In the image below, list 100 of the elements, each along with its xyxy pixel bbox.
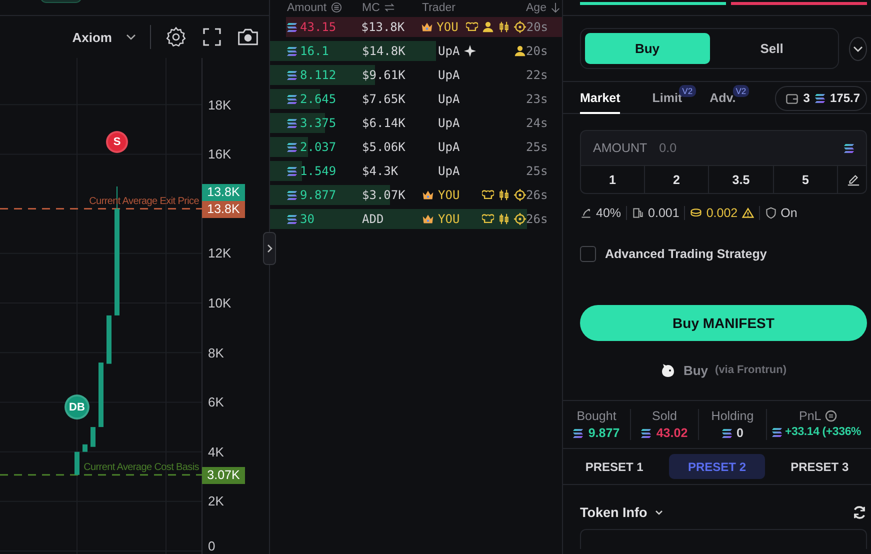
trader-name[interactable]: YOU bbox=[438, 188, 460, 202]
buy-button[interactable]: Buy MANIFEST bbox=[580, 305, 867, 341]
amount-value: 30 bbox=[300, 212, 314, 226]
pencil-icon bbox=[846, 173, 860, 186]
axis-label: 18K bbox=[208, 97, 232, 112]
candle bbox=[98, 362, 104, 428]
source-dropdown[interactable]: Axiom bbox=[72, 30, 136, 44]
amount-preset-button[interactable]: 2 bbox=[645, 166, 709, 193]
trade-marker: S bbox=[106, 130, 128, 153]
trader-name[interactable]: UpA bbox=[438, 116, 460, 130]
sol-icon bbox=[287, 46, 297, 56]
sol-icon bbox=[722, 428, 732, 438]
sol-icon bbox=[844, 144, 854, 152]
swap-icon[interactable] bbox=[384, 2, 395, 13]
camera-icon[interactable] bbox=[237, 26, 259, 48]
frontrun-buy-link[interactable]: Buy bbox=[683, 362, 708, 378]
stat-label: PnL bbox=[799, 409, 822, 423]
amount-value: 16.1 bbox=[300, 44, 329, 58]
setting-value[interactable]: 0.002 bbox=[706, 206, 738, 220]
token-info-toggle[interactable]: Token Info bbox=[580, 505, 664, 520]
trader-name[interactable]: UpA bbox=[438, 44, 460, 58]
column-header[interactable]: Amount bbox=[287, 2, 327, 14]
candle bbox=[106, 315, 112, 364]
side-tab[interactable]: Buy bbox=[585, 33, 710, 64]
frontrun-note: (via Frontrun) bbox=[715, 364, 787, 376]
sol-icon bbox=[573, 428, 584, 438]
price-tag: 3.07K bbox=[202, 466, 245, 484]
market-cap: $6.14K bbox=[362, 116, 406, 130]
amount-preset-button[interactable]: 5 bbox=[774, 166, 838, 193]
sol-icon bbox=[287, 70, 297, 80]
setting-value[interactable]: 40% bbox=[596, 206, 622, 220]
column-header[interactable]: Age bbox=[526, 2, 546, 14]
setting-value[interactable]: On bbox=[780, 206, 798, 220]
market-cap: $4.3K bbox=[362, 164, 400, 178]
preset-tab[interactable]: PRESET 1 bbox=[566, 454, 662, 479]
refresh-icon[interactable] bbox=[852, 505, 867, 520]
trader-name[interactable]: YOU bbox=[438, 212, 460, 226]
trade-age: 20s bbox=[526, 20, 550, 34]
settings-icon[interactable] bbox=[165, 26, 187, 48]
axis-label: 10K bbox=[208, 296, 232, 311]
fullscreen-icon[interactable] bbox=[201, 26, 223, 48]
amount-input[interactable]: 0.0 bbox=[659, 141, 832, 155]
axis-label: 2K bbox=[208, 494, 224, 509]
trader-name[interactable]: UpA bbox=[438, 92, 460, 106]
setting-value[interactable]: 0.001 bbox=[648, 206, 680, 220]
stat-value: 43.02 bbox=[656, 426, 688, 440]
market-cap: $7.65K bbox=[362, 92, 406, 106]
amount-value: 9.877 bbox=[300, 188, 336, 202]
market-cap: $14.8K bbox=[362, 44, 406, 58]
price-tag: 13.8K bbox=[202, 184, 245, 201]
trader-name[interactable]: UpA bbox=[438, 68, 460, 82]
side-tab[interactable]: Sell bbox=[710, 33, 834, 64]
axis-label: 16K bbox=[208, 146, 232, 162]
checkbox[interactable] bbox=[580, 246, 596, 262]
preset-tab[interactable]: PRESET 2 bbox=[668, 454, 765, 479]
axis-label: 6K bbox=[208, 394, 224, 410]
wallet-selector[interactable]: 3 175.7 bbox=[775, 86, 867, 110]
sol-icon bbox=[287, 22, 297, 32]
axis-label: 8K bbox=[208, 345, 224, 360]
coin-icon[interactable] bbox=[825, 410, 838, 422]
trade-age: 26s bbox=[526, 188, 549, 202]
market-cap: $5.06K bbox=[362, 140, 406, 154]
amount-value: 8.112 bbox=[300, 68, 336, 82]
market-cap: $3.07K bbox=[362, 188, 406, 202]
wallet-icon bbox=[786, 92, 798, 104]
market-cap: ADD bbox=[362, 212, 385, 226]
expand-button[interactable] bbox=[849, 36, 867, 60]
coin-icon[interactable] bbox=[330, 2, 342, 13]
trader-name[interactable]: UpA bbox=[438, 164, 460, 178]
trader-name[interactable]: YOU bbox=[436, 20, 458, 34]
trade-age: 25s bbox=[526, 164, 549, 178]
amount-preset-button[interactable]: 1 bbox=[581, 166, 645, 193]
amount-preset-button[interactable]: 3.5 bbox=[709, 166, 774, 193]
stat-value: +33.14 (+336% bbox=[785, 426, 862, 438]
stat-label: Bought bbox=[576, 409, 616, 423]
stat-label: Holding bbox=[711, 409, 754, 423]
sort-arrow-icon[interactable] bbox=[550, 2, 562, 13]
trader-name[interactable]: UpA bbox=[438, 140, 460, 154]
amount-value: 3.375 bbox=[300, 116, 336, 130]
caret-icon bbox=[126, 34, 136, 40]
order-type-tab[interactable]: Market bbox=[580, 91, 620, 114]
amount-label: AMOUNT bbox=[593, 141, 648, 155]
collapse-button[interactable] bbox=[263, 232, 276, 265]
trade-age: 22s bbox=[526, 68, 549, 82]
amount-value: 2.645 bbox=[300, 92, 336, 106]
sol-icon bbox=[287, 94, 297, 104]
stat-value: 9.877 bbox=[588, 426, 620, 440]
trade-age: 24s bbox=[526, 116, 549, 130]
axis-label: 4K bbox=[208, 444, 224, 460]
column-header[interactable]: Trader bbox=[422, 2, 456, 14]
column-header[interactable]: MC bbox=[362, 2, 380, 14]
ghost-icon bbox=[660, 362, 676, 378]
candle bbox=[74, 452, 80, 475]
trade-age: 23s bbox=[526, 92, 549, 106]
caret-icon bbox=[655, 510, 664, 515]
sol-icon bbox=[287, 190, 297, 200]
amount-value: 43.15 bbox=[300, 20, 336, 34]
preset-tab[interactable]: PRESET 3 bbox=[772, 454, 868, 479]
sol-icon bbox=[287, 142, 297, 152]
amount-value: 1.549 bbox=[300, 164, 336, 178]
